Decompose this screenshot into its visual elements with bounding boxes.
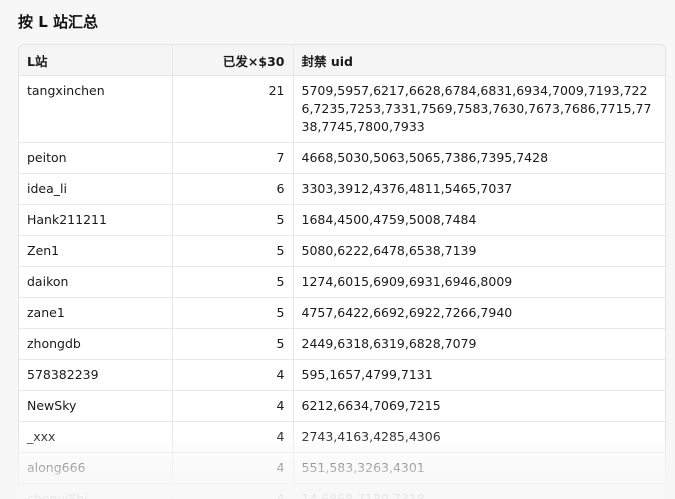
cell-sent: 4 (172, 452, 294, 484)
cell-uid: 5080,6222,6478,6538,7139 (293, 235, 665, 267)
cell-uid: 2743,4163,4285,4306 (293, 421, 665, 453)
cell-sent: 5 (172, 204, 294, 236)
cell-uid: 1684,4500,4759,5008,7484 (293, 204, 665, 236)
cell-site: daikon (19, 266, 173, 298)
cell-uid: 14,6868,7189,7318 (293, 483, 665, 499)
table-row: 578382239 4 595,1657,4799,7131 (19, 359, 665, 391)
cell-site: chenyiShi (19, 483, 173, 499)
cell-uid: 4757,6422,6692,6922,7266,7940 (293, 297, 665, 329)
summary-table-container[interactable]: L站 已发×$30 封禁 uid tangxinchen 21 5709,595… (18, 44, 666, 499)
cell-sent: 5 (172, 328, 294, 360)
cell-sent: 4 (172, 483, 294, 499)
table-row: chenyiShi 4 14,6868,7189,7318 (19, 483, 665, 499)
cell-uid: 2449,6318,6319,6828,7079 (293, 328, 665, 360)
table-row: idea_li 6 3303,3912,4376,4811,5465,7037 (19, 173, 665, 205)
table-row: zhongdb 5 2449,6318,6319,6828,7079 (19, 328, 665, 360)
cell-uid: 6212,6634,7069,7215 (293, 390, 665, 422)
cell-uid: 1274,6015,6909,6931,6946,8009 (293, 266, 665, 298)
cell-sent: 4 (172, 359, 294, 391)
table-row: along666 4 551,583,3263,4301 (19, 452, 665, 484)
cell-site: Hank211211 (19, 204, 173, 236)
table-row: zane1 5 4757,6422,6692,6922,7266,7940 (19, 297, 665, 329)
page-title: 按 L 站汇总 (18, 13, 99, 31)
table-row: Hank211211 5 1684,4500,4759,5008,7484 (19, 204, 665, 236)
cell-site: tangxinchen (19, 75, 173, 143)
table-header-row: L站 已发×$30 封禁 uid (19, 45, 665, 76)
cell-sent: 5 (172, 266, 294, 298)
cell-sent: 4 (172, 390, 294, 422)
header-sent: 已发×$30 (172, 45, 294, 76)
cell-sent: 7 (172, 142, 294, 174)
cell-site: along666 (19, 452, 173, 484)
cell-site: NewSky (19, 390, 173, 422)
table-row: NewSky 4 6212,6634,7069,7215 (19, 390, 665, 422)
cell-site: zane1 (19, 297, 173, 329)
page: 按 L 站汇总 L站 已发×$30 封禁 uid tangxinchen 21 … (0, 0, 675, 499)
header-uid: 封禁 uid (293, 45, 665, 76)
cell-sent: 21 (172, 75, 294, 143)
cell-uid: 5709,5957,6217,6628,6784,6831,6934,7009,… (293, 75, 665, 143)
cell-sent: 4 (172, 421, 294, 453)
summary-table: L站 已发×$30 封禁 uid tangxinchen 21 5709,595… (19, 45, 665, 499)
table-row: _xxx 4 2743,4163,4285,4306 (19, 421, 665, 453)
cell-site: _xxx (19, 421, 173, 453)
table-row: daikon 5 1274,6015,6909,6931,6946,8009 (19, 266, 665, 298)
cell-site: 578382239 (19, 359, 173, 391)
cell-sent: 5 (172, 297, 294, 329)
cell-uid: 551,583,3263,4301 (293, 452, 665, 484)
cell-sent: 5 (172, 235, 294, 267)
cell-uid: 595,1657,4799,7131 (293, 359, 665, 391)
cell-site: zhongdb (19, 328, 173, 360)
header-site: L站 (19, 45, 173, 76)
cell-uid: 4668,5030,5063,5065,7386,7395,7428 (293, 142, 665, 174)
table-row: peiton 7 4668,5030,5063,5065,7386,7395,7… (19, 142, 665, 174)
cell-uid: 3303,3912,4376,4811,5465,7037 (293, 173, 665, 205)
cell-site: Zen1 (19, 235, 173, 267)
cell-site: idea_li (19, 173, 173, 205)
table-row: tangxinchen 21 5709,5957,6217,6628,6784,… (19, 75, 665, 143)
table-row: Zen1 5 5080,6222,6478,6538,7139 (19, 235, 665, 267)
cell-site: peiton (19, 142, 173, 174)
cell-sent: 6 (172, 173, 294, 205)
